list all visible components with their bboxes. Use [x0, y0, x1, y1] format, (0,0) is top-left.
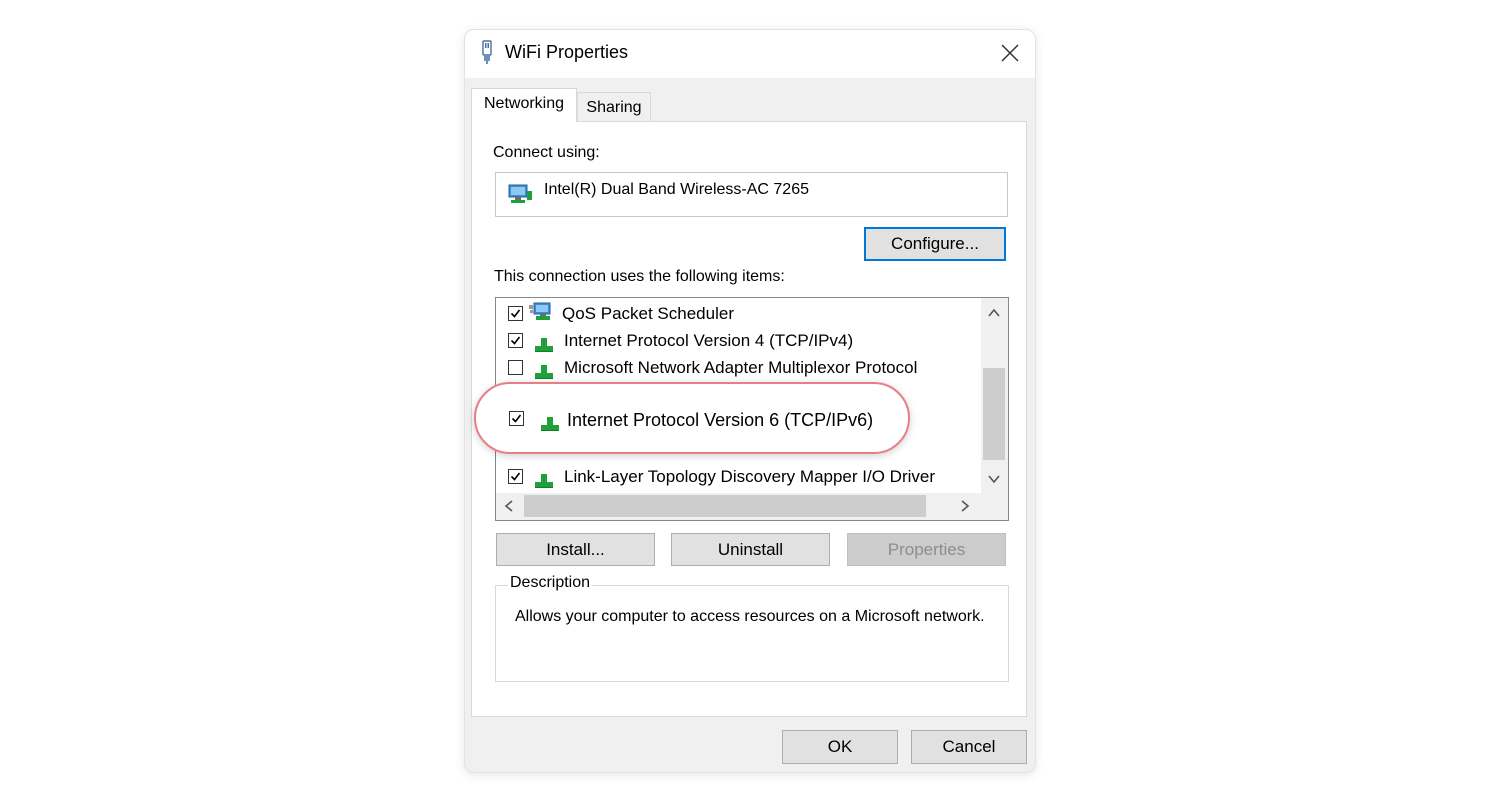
- network-adapter-icon: [508, 184, 532, 203]
- scroll-right-icon[interactable]: [954, 497, 974, 515]
- item-checkbox[interactable]: [508, 360, 523, 375]
- item-label: Microsoft Network Adapter Multiplexor Pr…: [564, 358, 918, 377]
- item-label: QoS Packet Scheduler: [562, 304, 734, 323]
- ok-button-label: OK: [827, 737, 853, 756]
- checkmark-icon: [511, 414, 522, 423]
- item-checkbox[interactable]: [508, 333, 523, 348]
- vertical-scroll-thumb[interactable]: [983, 368, 1005, 460]
- cancel-button[interactable]: Cancel: [911, 730, 1027, 764]
- checkmark-icon: [510, 309, 521, 318]
- item-checkbox[interactable]: [509, 411, 524, 426]
- list-item[interactable]: Microsoft Network Adapter Multiplexor Pr…: [502, 357, 972, 381]
- network-adapter-icon: [482, 40, 492, 64]
- ok-button[interactable]: OK: [782, 730, 898, 764]
- uninstall-button-label: Uninstall: [717, 540, 784, 559]
- tab-sharing-label: Sharing: [586, 99, 642, 116]
- items-section-label: This connection uses the following items…: [494, 268, 785, 285]
- adapter-name: Intel(R) Dual Band Wireless-AC 7265: [544, 181, 809, 198]
- window-title: WiFi Properties: [505, 42, 629, 62]
- description-group: Description Allows your computer to acce…: [495, 574, 1009, 682]
- vertical-scrollbar[interactable]: [981, 298, 1008, 494]
- description-text: Allows your computer to access resources…: [515, 608, 985, 625]
- highlighted-list-item[interactable]: Internet Protocol Version 6 (TCP/IPv6): [474, 382, 910, 454]
- configure-button-label: Configure...: [891, 234, 979, 253]
- description-legend: Description: [508, 574, 593, 592]
- scroll-up-icon[interactable]: [984, 304, 1004, 322]
- item-checkbox[interactable]: [508, 469, 523, 484]
- install-button[interactable]: Install...: [496, 533, 655, 566]
- connect-using-label: Connect using:: [493, 144, 600, 161]
- scroll-down-icon[interactable]: [984, 470, 1004, 488]
- adapter-field: Intel(R) Dual Band Wireless-AC 7265: [495, 172, 1008, 217]
- protocol-icon: [535, 365, 553, 379]
- cancel-button-label: Cancel: [942, 737, 996, 756]
- item-label: Internet Protocol Version 4 (TCP/IPv4): [564, 331, 854, 350]
- scroll-left-icon[interactable]: [500, 497, 520, 515]
- properties-button[interactable]: Properties: [847, 533, 1006, 566]
- horizontal-scrollbar[interactable]: [496, 493, 1008, 520]
- network-service-icon: [529, 302, 551, 320]
- tab-sharing[interactable]: Sharing: [577, 92, 651, 122]
- list-item[interactable]: Link-Layer Topology Discovery Mapper I/O…: [502, 466, 972, 490]
- item-label: Internet Protocol Version 6 (TCP/IPv6): [567, 410, 874, 430]
- item-checkbox[interactable]: [508, 306, 523, 321]
- title-bar: WiFi Properties: [465, 30, 1035, 78]
- protocol-icon: [541, 417, 559, 431]
- item-label: Link-Layer Topology Discovery Mapper I/O…: [564, 467, 935, 486]
- properties-button-label: Properties: [887, 540, 966, 559]
- list-item[interactable]: Internet Protocol Version 4 (TCP/IPv4): [502, 330, 972, 354]
- protocol-icon: [535, 474, 553, 488]
- protocol-icon: [535, 338, 553, 352]
- tab-networking-label: Networking: [483, 95, 565, 112]
- configure-button[interactable]: Configure...: [864, 227, 1006, 261]
- install-button-label: Install...: [546, 540, 605, 559]
- close-icon[interactable]: [997, 40, 1023, 66]
- tab-networking[interactable]: Networking: [471, 88, 577, 122]
- list-item[interactable]: QoS Packet Scheduler: [502, 302, 972, 327]
- checkmark-icon: [510, 336, 521, 345]
- uninstall-button[interactable]: Uninstall: [671, 533, 830, 566]
- horizontal-scroll-thumb[interactable]: [524, 495, 926, 517]
- checkmark-icon: [510, 472, 521, 481]
